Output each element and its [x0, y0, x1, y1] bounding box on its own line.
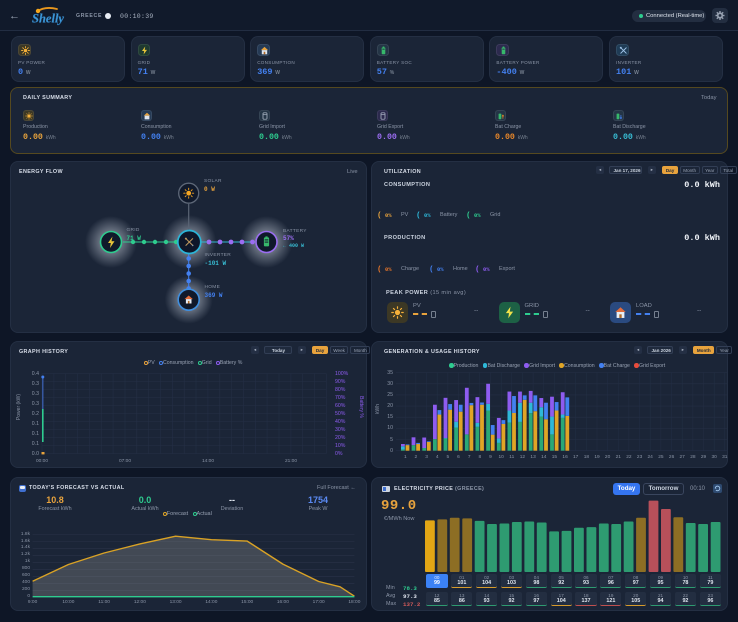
svg-text:Shelly: Shelly: [32, 12, 64, 26]
